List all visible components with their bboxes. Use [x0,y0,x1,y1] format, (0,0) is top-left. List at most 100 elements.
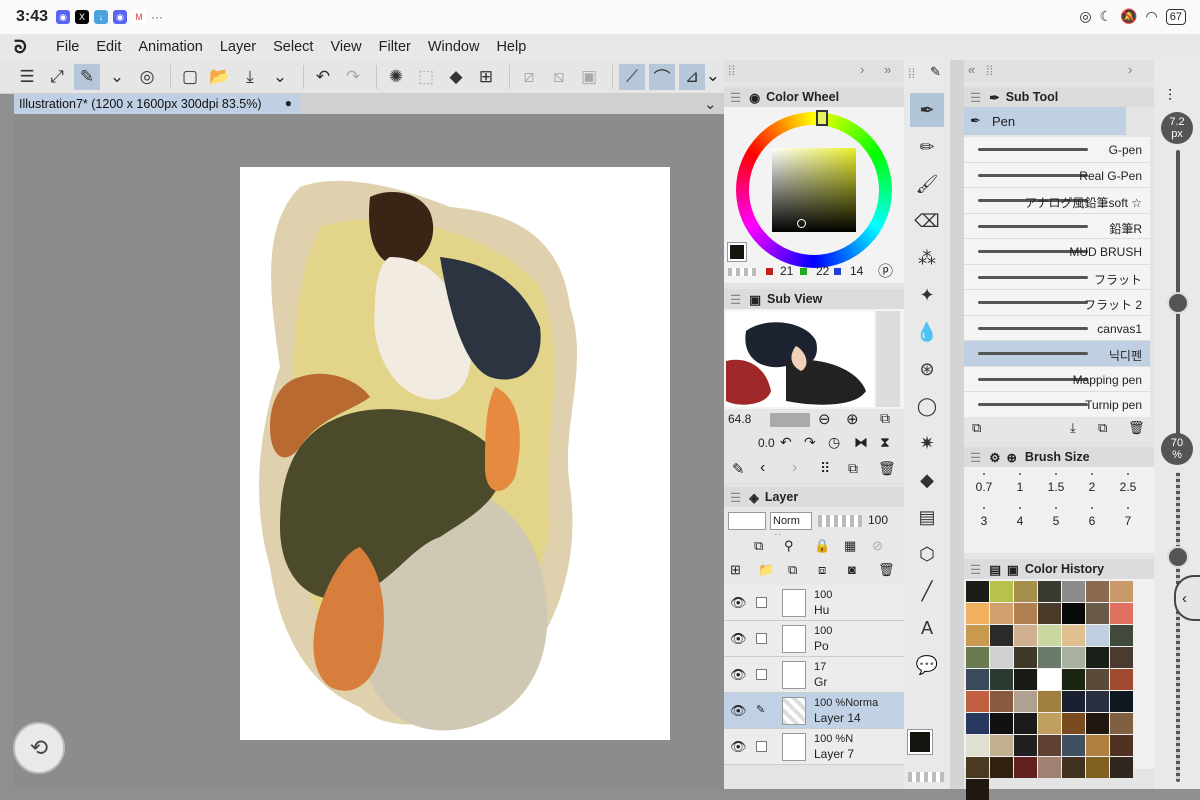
brush-size-preset[interactable]: 7 [1110,503,1146,537]
fill-icon[interactable]: ◆ [443,64,469,90]
import-brush-icon[interactable]: ⤓ [1070,420,1076,436]
layer-row[interactable]: 👁 100 %N Layer 7 [724,729,904,765]
panel-menu-icon[interactable]: ☰ [970,450,981,465]
grip-icon[interactable]: ⁞⁞ [986,63,993,78]
pen-tool-icon[interactable]: ✒ [910,93,944,127]
layer-checkbox[interactable] [756,597,767,608]
color-history-swatch[interactable] [1086,757,1109,778]
new-file-icon[interactable]: ▢ [177,64,203,90]
zoom-slider[interactable] [770,413,810,427]
snap-special-ruler-icon[interactable]: ⟋ [619,63,645,90]
color-history-swatch[interactable] [1014,669,1037,690]
color-history-swatch[interactable] [990,757,1013,778]
color-history-swatch[interactable] [1038,735,1061,756]
opacity-slider-knob[interactable] [1167,546,1189,568]
copy-layer-icon[interactable]: ⧉ [788,562,797,578]
merge-layer-icon[interactable]: ⧈ [818,562,826,578]
import-image-icon[interactable]: ⧉ [848,460,858,477]
color-history-swatch[interactable] [990,647,1013,668]
grip-icon[interactable]: ⁞⁞ [908,66,915,81]
flip-horizontal-icon[interactable]: ⧓ [854,434,868,451]
grip-icon[interactable]: ⁞⁞ [728,63,735,78]
tool-property-icon[interactable]: ⧉ [972,420,981,436]
edge-handle-icon[interactable]: ‹ [1174,575,1200,621]
color-history-swatch[interactable] [990,735,1013,756]
color-history-swatch[interactable] [1062,757,1085,778]
menu-help[interactable]: Help [496,39,526,55]
color-history-swatch[interactable] [966,647,989,668]
eyedropper-icon[interactable]: ✎ [732,460,745,478]
duplicate-brush-icon[interactable]: ⧉ [1098,420,1107,436]
redo-icon[interactable]: ↷ [340,64,366,90]
brush-size-preset[interactable]: 1.5 [1038,469,1074,503]
color-history-swatch[interactable] [1038,581,1061,602]
color-history-swatch[interactable] [1038,691,1061,712]
quick-access-button[interactable]: ⟲ [13,722,65,774]
color-history-swatch[interactable] [1038,625,1061,646]
color-history-swatch[interactable] [1014,581,1037,602]
brush-size-preset[interactable]: 2.5 [1110,469,1146,503]
sub-tool-group-tab[interactable]: ✒ Pen [964,107,1126,135]
color-history-swatch[interactable] [966,735,989,756]
color-history-swatch[interactable] [1086,669,1109,690]
opacity-slider[interactable] [818,515,862,527]
panel-menu-icon[interactable]: ☰ [730,90,741,105]
fit-canvas-icon[interactable]: ⤢ [44,64,70,90]
color-history-swatch[interactable] [990,713,1013,734]
layer-row-selected[interactable]: 👁 ✎ 100 %Norma Layer 14 [724,693,904,729]
color-history-swatch[interactable] [1014,603,1037,624]
color-history-swatch[interactable] [966,669,989,690]
brush-list-item[interactable]: フラット 2 [964,290,1150,316]
menu-select[interactable]: Select [273,39,313,55]
layer-mask-icon[interactable]: ◙ [848,562,856,577]
transparent-color-swatch[interactable] [728,268,756,276]
snap-curve-icon[interactable]: ⌒ [649,63,675,90]
color-history-swatch[interactable] [1110,691,1133,712]
clear-selection-icon[interactable]: ⬚ [413,64,439,90]
brush-size-preset[interactable]: 3 [966,503,1002,537]
visibility-eye-icon[interactable]: 👁 [730,739,747,755]
hamburger-menu-icon[interactable]: ☰ [14,64,40,90]
open-folder-icon[interactable]: 📂 [207,64,233,90]
rotate-right-icon[interactable]: ↷ [804,434,816,451]
3d-tool-icon[interactable]: ⬡ [910,537,944,571]
panel-menu-icon[interactable]: ☰ [970,562,981,577]
color-history-swatch[interactable] [1110,625,1133,646]
color-history-swatch[interactable] [990,603,1013,624]
visibility-eye-icon[interactable]: 👁 [730,703,747,719]
color-history-swatch[interactable] [990,625,1013,646]
color-history-swatch[interactable] [1086,603,1109,624]
fill-tool-icon[interactable]: ◆ [910,463,944,497]
brush-size-preset[interactable]: 2 [1074,469,1110,503]
color-history-swatch[interactable] [1086,581,1109,602]
panel-menu-icon[interactable]: ☰ [970,90,981,105]
hue-cursor[interactable] [816,110,828,126]
color-history-swatch[interactable] [966,691,989,712]
panel-menu-icon[interactable]: ☰ [730,292,741,307]
zoom-out-icon[interactable]: ⊖ [818,410,831,428]
lock-icon[interactable]: 🔒 [814,538,830,554]
save-icon[interactable]: ⤓ [237,64,263,90]
color-history-swatch[interactable] [1038,713,1061,734]
color-history-swatch[interactable] [1038,647,1061,668]
color-history-swatch[interactable] [1110,647,1133,668]
layer-checkbox[interactable] [756,669,767,680]
eraser-tool-icon[interactable]: ⌫ [910,204,944,238]
color-history-swatch[interactable] [1062,603,1085,624]
color-history-swatch[interactable] [1062,581,1085,602]
chevron-down-icon-2[interactable]: ⌄ [267,64,293,90]
expand-left-icon[interactable]: « [968,62,975,77]
color-history-swatch[interactable] [1038,757,1061,778]
delete-brush-icon[interactable]: 🗑 [1128,420,1145,436]
color-history-swatch[interactable] [966,779,989,800]
color-history-swatch[interactable] [1086,647,1109,668]
brush-size-slider-knob[interactable] [1167,292,1189,314]
balloon-tool-icon[interactable]: 💬 [910,648,944,682]
color-history-swatch[interactable] [1014,713,1037,734]
collapse-right-icon[interactable]: › [1128,62,1132,77]
color-history-swatch[interactable] [990,691,1013,712]
pencil-tool-icon[interactable]: ✏ [910,130,944,164]
menu-window[interactable]: Window [428,39,480,55]
color-history-swatch[interactable] [1062,647,1085,668]
color-history-swatch[interactable] [1014,647,1037,668]
